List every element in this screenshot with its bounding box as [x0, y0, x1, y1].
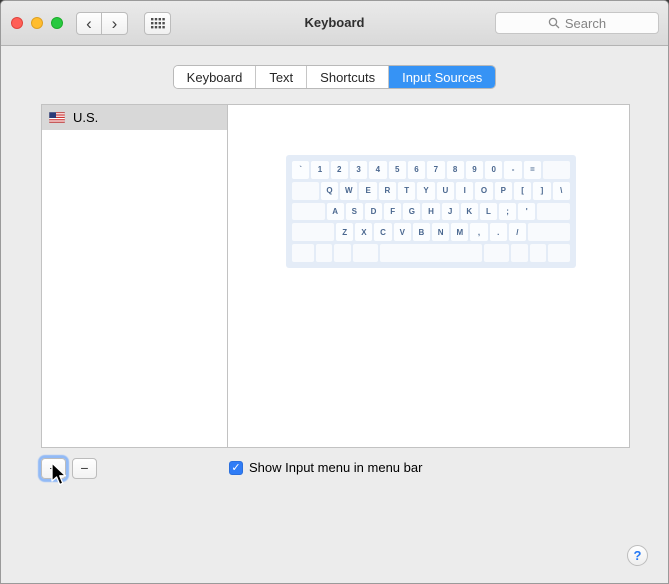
kb-row [292, 244, 570, 262]
tab-shortcuts[interactable]: Shortcuts [307, 66, 390, 88]
kb-blank-key [292, 223, 335, 242]
kb-key: H [422, 202, 440, 221]
kb-blank-key [548, 244, 570, 262]
kb-key: - [504, 161, 522, 179]
kb-key: , [470, 223, 488, 242]
kb-key: 8 [446, 161, 464, 179]
kb-key: 9 [465, 161, 484, 179]
kb-blank-key [529, 244, 547, 262]
kb-key: U [436, 181, 455, 200]
kb-blank-key [292, 202, 325, 221]
kb-key: Z [336, 223, 354, 242]
kb-key: ` [292, 161, 310, 179]
remove-input-source-button[interactable]: − [72, 458, 97, 479]
kb-key: M [451, 223, 469, 242]
show-input-menu-row[interactable]: ✓ Show Input menu in menu bar [229, 460, 422, 475]
kb-key: [ [513, 181, 532, 200]
kb-key: Y [417, 181, 435, 200]
input-source-row-us[interactable]: U.S. [42, 105, 227, 130]
kb-key: \ [552, 181, 570, 200]
kb-key: = [523, 161, 542, 179]
kb-key: . [489, 223, 507, 242]
search-placeholder: Search [564, 15, 607, 31]
kb-key: N [432, 223, 450, 242]
kb-key: L [479, 202, 498, 221]
kb-key: C [374, 223, 392, 242]
kb-key: F [384, 202, 402, 221]
keyboard-layout-preview: ` 1 2 3 4 5 6 7 8 9 0- = Q W E R T Y U I O P[] \ A S D F G H J K L; ' Z X C… [286, 155, 576, 268]
kb-key: P [494, 181, 512, 200]
kb-blank-key [292, 244, 314, 262]
kb-blank-key [543, 161, 570, 179]
show-input-menu-checkbox[interactable]: ✓ [229, 460, 243, 475]
kb-key: 2 [330, 161, 348, 179]
content-box: U.S. ` 1 2 3 4 5 6 7 8 9 0- = Q W E R T Y U I O P[] \ A S D F G H J K L… [41, 104, 630, 448]
kb-blank-key [334, 244, 351, 262]
search-field[interactable]: Search [495, 12, 659, 34]
kb-key: T [398, 181, 416, 200]
kb-key: I [456, 181, 474, 200]
show-input-menu-label: Show Input menu in menu bar [249, 460, 423, 475]
kb-key: D [364, 202, 383, 221]
kb-key: W [340, 181, 358, 200]
kb-row: A S D F G H J K L; ' [292, 202, 570, 221]
kb-blank-key [379, 244, 483, 262]
kb-key: 4 [369, 161, 387, 179]
input-source-label: U.S. [73, 110, 99, 125]
add-input-source-button[interactable]: + [41, 458, 66, 479]
kb-key: B [412, 223, 431, 242]
kb-key: ' [518, 202, 536, 221]
kb-key: J [441, 202, 459, 221]
kb-row: Z X C V B N M,. / [292, 223, 571, 242]
kb-blank-key [484, 244, 510, 262]
tab-input-sources[interactable]: Input Sources [389, 66, 496, 88]
kb-key: K [460, 202, 478, 221]
kb-key: 1 [311, 161, 329, 179]
kb-key: O [475, 181, 493, 200]
search-icon [548, 17, 560, 29]
kb-key: 6 [407, 161, 426, 179]
kb-key: 5 [388, 161, 406, 179]
kb-key: / [508, 223, 526, 242]
tab-keyboard[interactable]: Keyboard [173, 66, 257, 88]
kb-key: G [403, 202, 421, 221]
keyboard-layout-pane: ` 1 2 3 4 5 6 7 8 9 0- = Q W E R T Y U I O P[] \ A S D F G H J K L; ' Z X C… [228, 105, 629, 447]
list-edit-buttons: + − [41, 458, 97, 479]
tab-bar-container: Keyboard Text Shortcuts Input Sources [1, 65, 668, 89]
kb-key: R [378, 181, 397, 200]
kb-key: E [359, 181, 377, 200]
input-source-list: U.S. [42, 105, 228, 447]
help-button[interactable]: ? [627, 545, 648, 566]
kb-blank-key [511, 244, 528, 262]
kb-blank-key [315, 244, 333, 262]
kb-blank-key [292, 181, 319, 200]
kb-blank-key [527, 223, 571, 242]
tab-text[interactable]: Text [256, 66, 308, 88]
kb-row: Q W E R T Y U I O P[] \ [292, 181, 570, 200]
kb-key: X [355, 223, 373, 242]
kb-blank-key [352, 244, 378, 262]
kb-key: Q [320, 181, 339, 200]
kb-key: 7 [427, 161, 445, 179]
kb-key: 0 [485, 161, 503, 179]
keyboard-preferences-window: ‹ › Keyboard Search Keyboard Text Shortc… [0, 0, 669, 584]
kb-key: S [345, 202, 363, 221]
kb-key: A [326, 202, 344, 221]
us-flag-icon [49, 112, 65, 123]
titlebar: ‹ › Keyboard Search [1, 1, 668, 46]
kb-key: ; [499, 202, 517, 221]
kb-row: ` 1 2 3 4 5 6 7 8 9 0- = [292, 161, 570, 179]
tab-bar: Keyboard Text Shortcuts Input Sources [172, 65, 497, 89]
kb-key: ] [533, 181, 551, 200]
kb-key: 3 [349, 161, 368, 179]
kb-blank-key [537, 202, 570, 221]
kb-key: V [393, 223, 411, 242]
